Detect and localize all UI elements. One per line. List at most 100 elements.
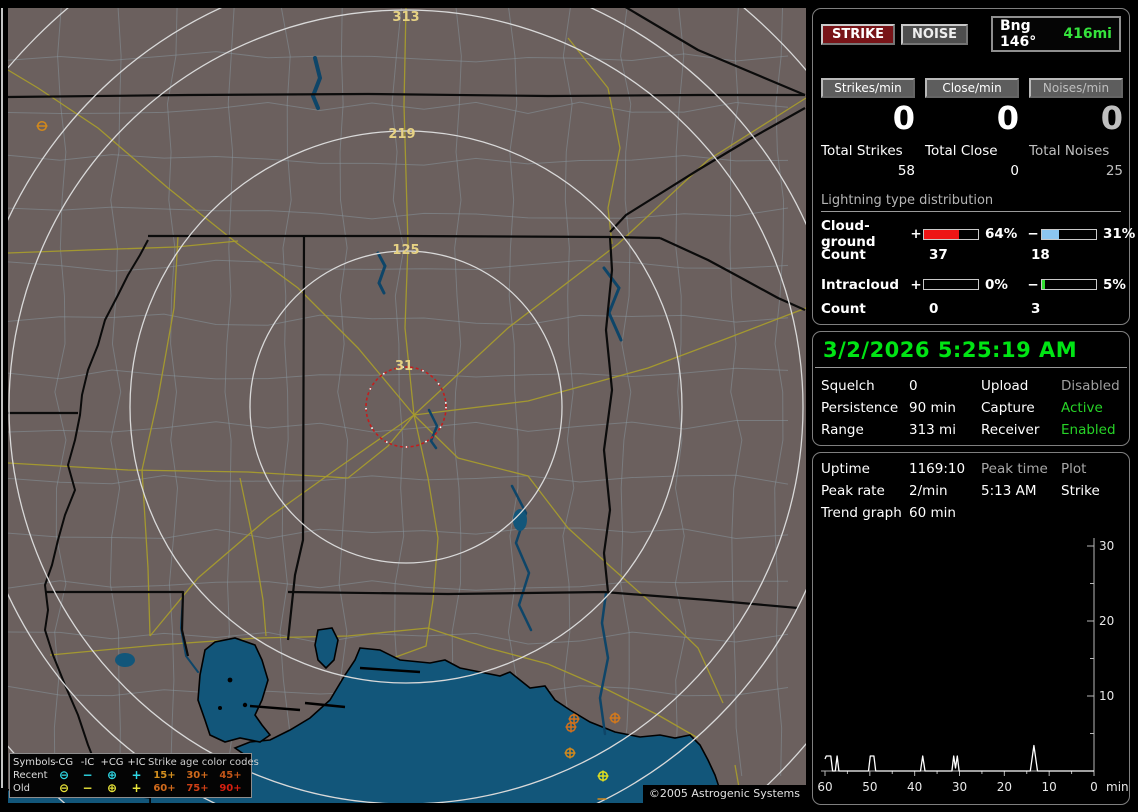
total-strikes-label: Total Strikes xyxy=(821,143,903,159)
svg-text:10: 10 xyxy=(1099,689,1114,703)
age-30: 30+ xyxy=(186,770,209,781)
receiver-status: Enabled xyxy=(1061,422,1116,438)
receiver-label: Receiver xyxy=(981,422,1040,438)
trend-chart-canvas: 10 20 30 60 50 40 30 20 10 0 min xyxy=(817,538,1129,794)
pos-cg-old-icon: ⊕ xyxy=(106,781,118,795)
cloud-ground-row: Cloud-ground + 64% − 31% xyxy=(821,218,1135,250)
peak-rate-value: 2/min xyxy=(909,483,948,499)
copyright-notice: ©2005 Astrogenic Systems xyxy=(642,785,806,803)
ic-negative-bar xyxy=(1041,279,1097,290)
total-close-label: Total Close xyxy=(925,143,998,159)
age-60: 60+ xyxy=(153,783,176,794)
strike-map[interactable]: 313 219 125 31 Symbols -CG -IC +CG +IC Stri… xyxy=(8,8,806,803)
age-15: 15+ xyxy=(153,770,176,781)
window-edge-line xyxy=(1,8,3,788)
map-canvas[interactable]: 313 219 125 31 xyxy=(8,8,806,803)
peak-time-header: Peak time xyxy=(981,461,1048,477)
cloud-ground-count-row: Count 37 18 xyxy=(821,243,1121,266)
capture-label: Capture xyxy=(981,400,1035,416)
svg-text:30: 30 xyxy=(952,780,967,794)
total-strikes-value: 58 xyxy=(897,163,915,179)
squelch-value: 0 xyxy=(909,378,918,394)
datetime-display: 3/2/2026 5:25:19 AM xyxy=(815,332,1127,368)
ic-positive-pct: 0% xyxy=(985,276,1008,293)
intracloud-label: Intracloud xyxy=(821,276,900,293)
svg-text:50: 50 xyxy=(862,780,877,794)
plot-header: Plot xyxy=(1061,461,1087,477)
noises-per-min-button[interactable]: Noises/min xyxy=(1029,78,1123,98)
range-label: Range xyxy=(821,422,864,438)
strike-toggle-button[interactable]: STRIKE xyxy=(821,23,896,45)
peak-time-value: 5:13 AM xyxy=(981,483,1037,499)
total-noises-label: Total Noises xyxy=(1029,143,1110,159)
cg-positive-bar xyxy=(923,228,979,240)
svg-text:60: 60 xyxy=(817,780,832,794)
neg-cg-old-icon: ⊖ xyxy=(58,781,70,795)
ring-label-31: 31 xyxy=(395,359,413,374)
age-45: 45+ xyxy=(219,770,242,781)
svg-text:0: 0 xyxy=(1090,780,1098,794)
ring-label-219: 219 xyxy=(388,127,415,142)
capture-status: Active xyxy=(1061,400,1103,416)
cg-positive-count: 37 xyxy=(929,246,948,263)
app-window: 313 219 125 31 Symbols -CG -IC +CG +IC Stri… xyxy=(0,0,1138,812)
close-column: Close/min 0 Total Close 0 xyxy=(925,78,1019,179)
map-legend: Symbols -CG -IC +CG +IC Strike age color… xyxy=(9,753,259,798)
close-per-min-button[interactable]: Close/min xyxy=(925,78,1019,98)
peak-rate-label: Peak rate xyxy=(821,483,885,499)
svg-text:10: 10 xyxy=(1042,780,1057,794)
distribution-title: Lightning type distribution xyxy=(821,193,1121,212)
cg-negative-pct: 31% xyxy=(1103,226,1136,242)
minus-sign: − xyxy=(1027,226,1039,242)
neg-ic-old-icon: − xyxy=(82,781,93,795)
svg-text:30: 30 xyxy=(1099,539,1114,553)
strikes-rate: 0 xyxy=(892,99,915,137)
minus-sign: − xyxy=(1027,276,1039,293)
ic-negative-count: 3 xyxy=(1031,300,1041,317)
pos-ic-old-icon: + xyxy=(131,781,142,795)
lightning-distribution: Lightning type distribution Cloud-ground… xyxy=(813,179,1135,320)
total-close-value: 0 xyxy=(1010,163,1019,179)
ic-positive-bar xyxy=(923,279,979,290)
plus-sign: + xyxy=(910,276,922,293)
close-rate: 0 xyxy=(996,99,1019,137)
uptime-panel: Uptime 1169:10 Peak time Plot Peak rate … xyxy=(812,452,1130,805)
counters-panel: STRIKE NOISE Bng 146° 416mi Strikes/min … xyxy=(812,8,1135,325)
squelch-label: Squelch xyxy=(821,378,875,394)
total-noises-value: 25 xyxy=(1105,163,1123,179)
cg-positive-pct: 64% xyxy=(985,226,1018,242)
ring-label-313: 313 xyxy=(392,10,419,25)
legend-old-label: Old xyxy=(13,783,30,794)
bearing-display: Bng 146° 416mi xyxy=(991,16,1121,52)
ic-negative-pct: 5% xyxy=(1103,276,1126,293)
range-value: 313 mi xyxy=(909,422,956,438)
trend-graph: 10 20 30 60 50 40 30 20 10 0 min xyxy=(813,509,1129,804)
age-75: 75+ xyxy=(186,783,209,794)
persistence-label: Persistence xyxy=(821,400,899,416)
count-label: Count xyxy=(821,300,866,317)
bearing-distance: 416mi xyxy=(1063,26,1112,42)
strikes-column: Strikes/min 0 Total Strikes 58 xyxy=(821,78,915,179)
noise-toggle-button[interactable]: NOISE xyxy=(901,23,969,45)
intracloud-count-row: Count 0 3 xyxy=(821,297,1121,320)
svg-text:20: 20 xyxy=(1099,614,1114,628)
status-panel: 3/2/2026 5:25:19 AM Squelch 0 Upload Dis… xyxy=(812,331,1130,446)
intracloud-row: Intracloud + 0% − 5% xyxy=(821,272,1126,297)
cg-negative-count: 18 xyxy=(1031,246,1050,263)
plus-sign: + xyxy=(910,226,922,242)
cloud-ground-label: Cloud-ground xyxy=(821,218,876,250)
uptime-label: Uptime xyxy=(821,461,870,477)
legend-age-header: Strike age color codes xyxy=(148,757,259,768)
ic-positive-count: 0 xyxy=(929,300,939,317)
svg-text:min: min xyxy=(1106,780,1129,794)
noises-column: Noises/min 0 Total Noises 25 xyxy=(1029,78,1123,179)
legend-symbols-header: Symbols xyxy=(13,757,56,768)
upload-label: Upload xyxy=(981,378,1029,394)
count-label: Count xyxy=(821,246,866,263)
cg-negative-bar xyxy=(1041,228,1097,240)
uptime-value: 1169:10 xyxy=(909,461,966,477)
age-90: 90+ xyxy=(219,783,242,794)
noises-rate: 0 xyxy=(1100,99,1123,137)
persistence-value: 90 min xyxy=(909,400,956,416)
strikes-per-min-button[interactable]: Strikes/min xyxy=(821,78,915,98)
